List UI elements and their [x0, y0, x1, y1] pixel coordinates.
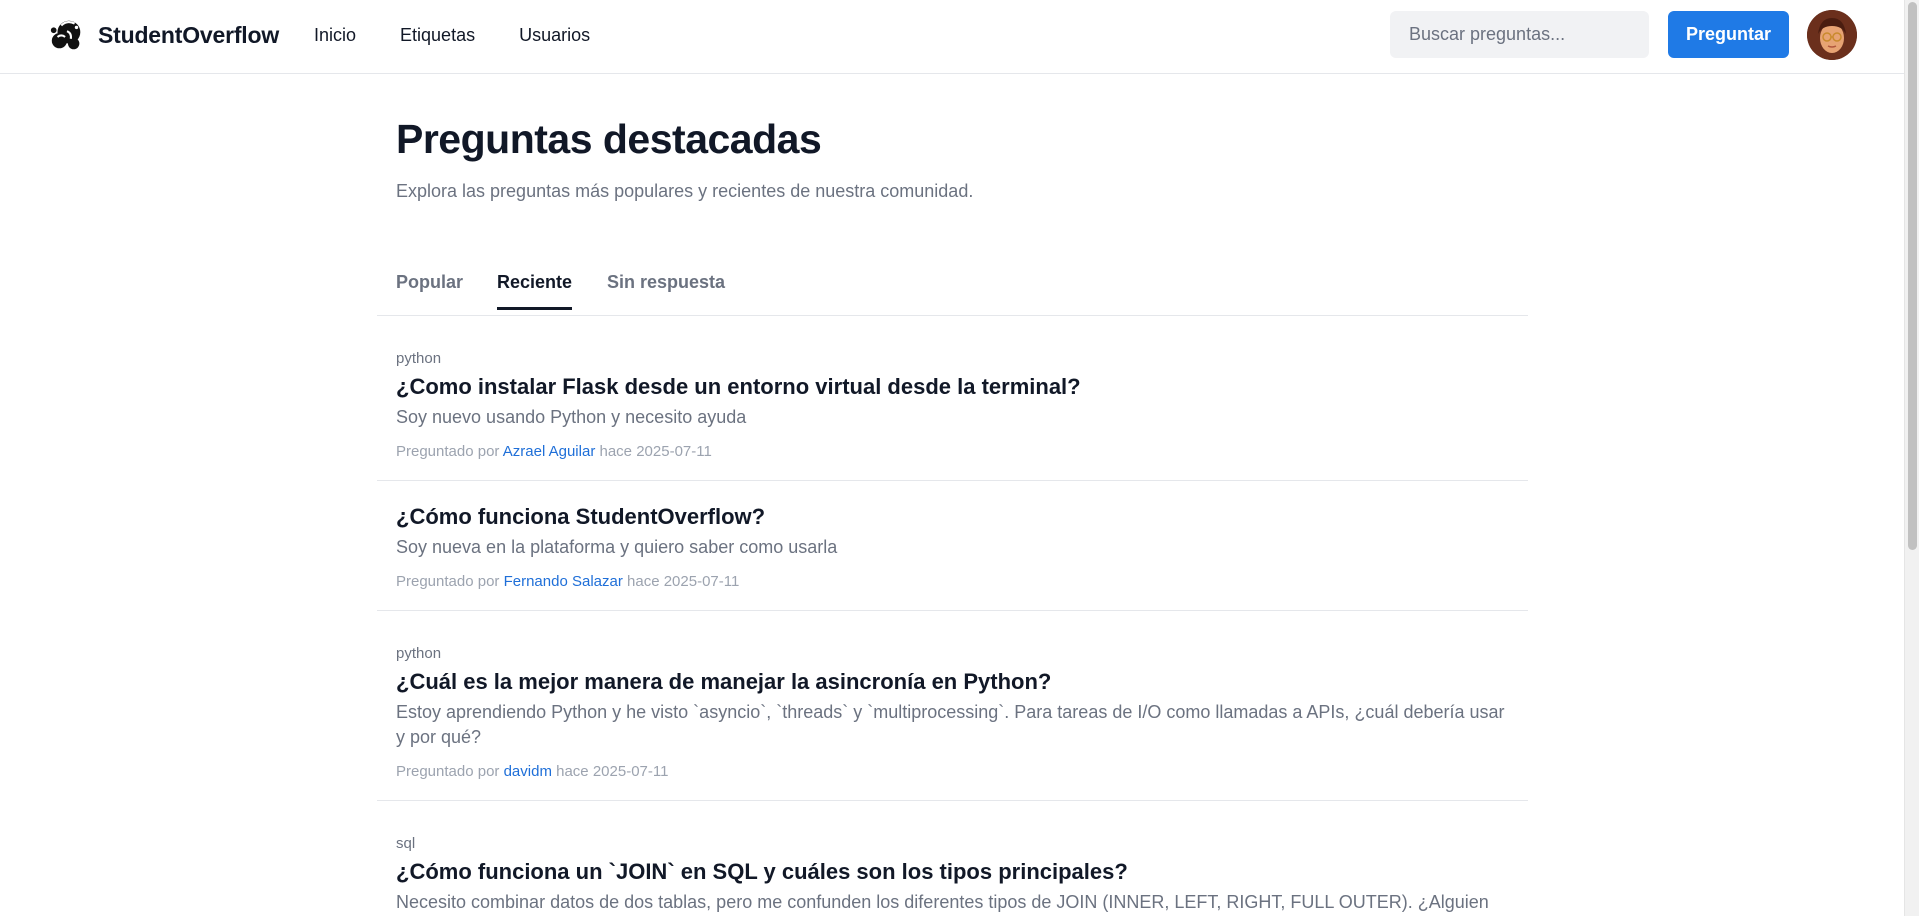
top-navbar: StudentOverflow Inicio Etiquetas Usuario…: [0, 0, 1904, 74]
ago-label: hace: [627, 573, 660, 590]
tab-reciente[interactable]: Reciente: [497, 272, 573, 310]
question-meta: Preguntado por davidm hace 2025-07-11: [396, 762, 1509, 782]
question-title[interactable]: ¿Cómo funciona un `JOIN` en SQL y cuáles…: [396, 858, 1509, 886]
nav-item-etiquetas[interactable]: Etiquetas: [400, 22, 475, 48]
question-author-link[interactable]: davidm: [504, 763, 552, 780]
question-title[interactable]: ¿Como instalar Flask desde un entorno vi…: [396, 373, 1509, 401]
question-excerpt: Necesito combinar datos de dos tablas, p…: [396, 892, 1489, 912]
question-tag[interactable]: python: [396, 645, 1509, 663]
question-title[interactable]: ¿Cuál es la mejor manera de manejar la a…: [396, 668, 1509, 696]
question-excerpt: Estoy aprendiendo Python y he visto `asy…: [396, 702, 1505, 747]
tab-sin-respuesta[interactable]: Sin respuesta: [607, 272, 725, 307]
question-date: 2025-07-11: [636, 443, 712, 460]
main-nav: Inicio Etiquetas Usuarios: [314, 22, 634, 48]
asked-by-label: Preguntado por: [396, 443, 500, 460]
brand-name: StudentOverflow: [98, 21, 280, 48]
asked-by-label: Preguntado por: [396, 573, 500, 590]
brand-link[interactable]: StudentOverflow: [48, 15, 279, 55]
question-meta: Preguntado por Azrael Aguilar hace 2025-…: [396, 442, 1509, 462]
ago-label: hace: [599, 443, 633, 460]
scrollbar-thumb[interactable]: [1908, 2, 1917, 550]
page: StudentOverflow Inicio Etiquetas Usuario…: [0, 0, 1919, 916]
nav-item-inicio[interactable]: Inicio: [314, 22, 356, 48]
page-subtitle: Explora las preguntas más populares y re…: [396, 181, 974, 201]
vertical-scrollbar[interactable]: [1904, 0, 1919, 916]
nav-item-usuarios[interactable]: Usuarios: [519, 22, 590, 48]
question-date: 2025-07-11: [663, 573, 740, 590]
question-tag[interactable]: sql: [396, 835, 1509, 853]
ago-label: hace: [556, 763, 589, 780]
page-title: Preguntas destacadas: [396, 116, 822, 162]
question-tabs: Popular Reciente Sin respuesta: [377, 264, 1528, 316]
asked-by-label: Preguntado por: [396, 763, 500, 780]
avatar-image: [1807, 10, 1857, 60]
tab-popular[interactable]: Popular: [396, 272, 463, 307]
question-date: 2025-07-11: [592, 763, 669, 780]
question-item: ¿Cómo funciona StudentOverflow? Soy nuev…: [377, 481, 1528, 611]
ask-question-button[interactable]: Preguntar: [1668, 11, 1789, 58]
search-input[interactable]: [1390, 11, 1649, 58]
user-avatar[interactable]: [1807, 10, 1857, 60]
question-excerpt: Soy nueva en la plataforma y quiero sabe…: [396, 537, 838, 557]
question-title[interactable]: ¿Cómo funciona StudentOverflow?: [396, 503, 1509, 531]
question-item: python ¿Como instalar Flask desde un ent…: [377, 316, 1528, 481]
question-list: python ¿Como instalar Flask desde un ent…: [377, 316, 1528, 916]
question-item: sql ¿Cómo funciona un `JOIN` en SQL y cu…: [377, 801, 1528, 916]
question-tag[interactable]: python: [396, 350, 1509, 368]
question-meta: Preguntado por Fernando Salazar hace 202…: [396, 572, 1509, 592]
question-excerpt: Soy nuevo usando Python y necesito ayuda: [396, 407, 747, 427]
question-item: python ¿Cuál es la mejor manera de manej…: [377, 611, 1528, 801]
question-author-link[interactable]: Fernando Salazar: [504, 573, 623, 590]
question-author-link[interactable]: Azrael Aguilar: [503, 443, 596, 460]
brand-logo-icon: [50, 20, 81, 50]
